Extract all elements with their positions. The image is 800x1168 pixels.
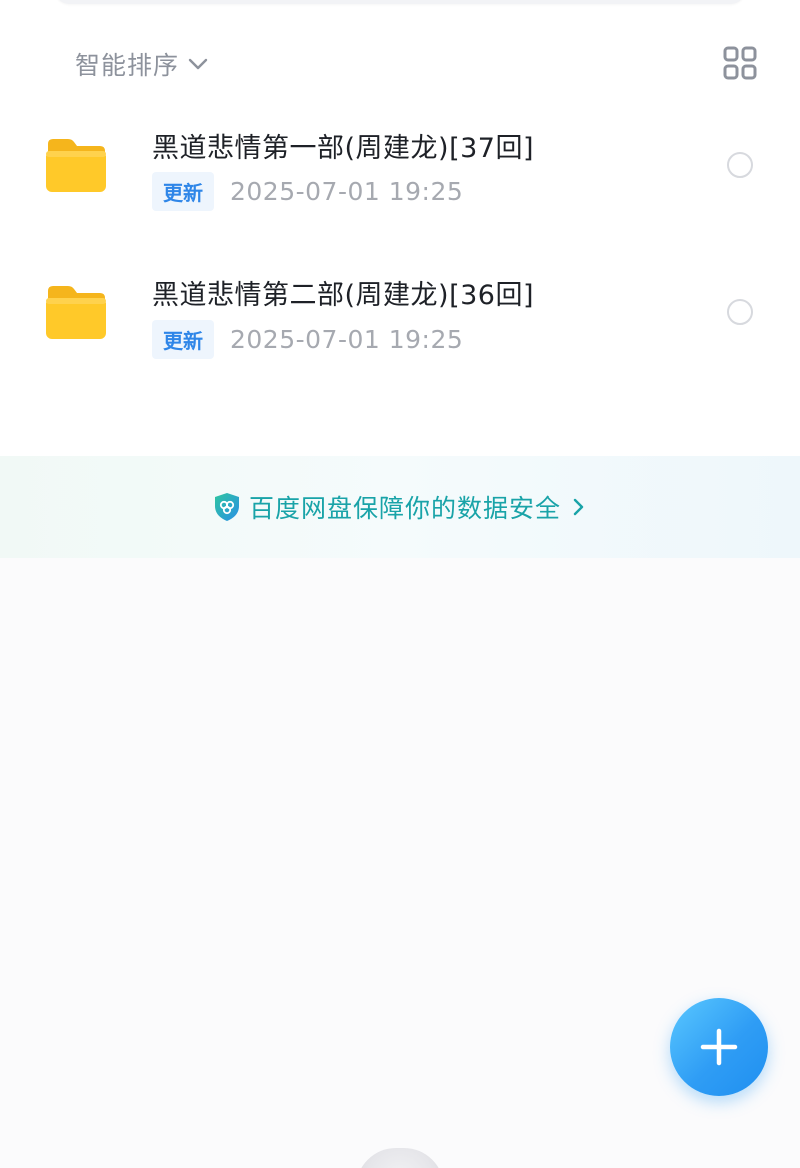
shield-icon — [214, 493, 239, 521]
file-list-page: 智能排序 黑道悲情第一部(周建龙)[37回] 更新 2025-07-01 19:… — [0, 0, 800, 1168]
folder-icon — [46, 286, 106, 339]
update-badge: 更新 — [152, 172, 214, 211]
update-badge: 更新 — [152, 320, 214, 359]
file-timestamp: 2025-07-01 19:25 — [230, 325, 464, 354]
sort-dropdown[interactable]: 智能排序 — [75, 44, 209, 84]
banner-text: 百度网盘保障你的数据安全 — [248, 494, 561, 523]
select-checkbox[interactable] — [727, 152, 753, 178]
chevron-down-icon — [188, 58, 208, 70]
file-name: 黑道悲情第一部(周建龙)[37回] — [152, 133, 534, 164]
plus-icon — [700, 1028, 738, 1066]
folder-icon — [46, 139, 106, 192]
security-banner[interactable]: 百度网盘保障你的数据安全 — [0, 456, 800, 558]
file-meta: 更新 2025-07-01 19:25 — [152, 320, 463, 359]
grid-view-icon[interactable] — [723, 46, 757, 80]
file-meta: 更新 2025-07-01 19:25 — [152, 172, 463, 211]
file-name: 黑道悲情第二部(周建龙)[36回] — [152, 280, 534, 311]
select-checkbox[interactable] — [727, 299, 753, 325]
chevron-right-icon — [573, 498, 584, 516]
sort-label: 智能排序 — [75, 51, 180, 80]
search-bar-edge[interactable] — [55, 0, 745, 4]
file-row[interactable]: 黑道悲情第一部(周建龙)[37回] 更新 2025-07-01 19:25 — [0, 100, 800, 230]
add-button[interactable] — [670, 998, 768, 1096]
file-timestamp: 2025-07-01 19:25 — [230, 177, 464, 206]
file-row[interactable]: 黑道悲情第二部(周建龙)[36回] 更新 2025-07-01 19:25 — [0, 248, 800, 378]
